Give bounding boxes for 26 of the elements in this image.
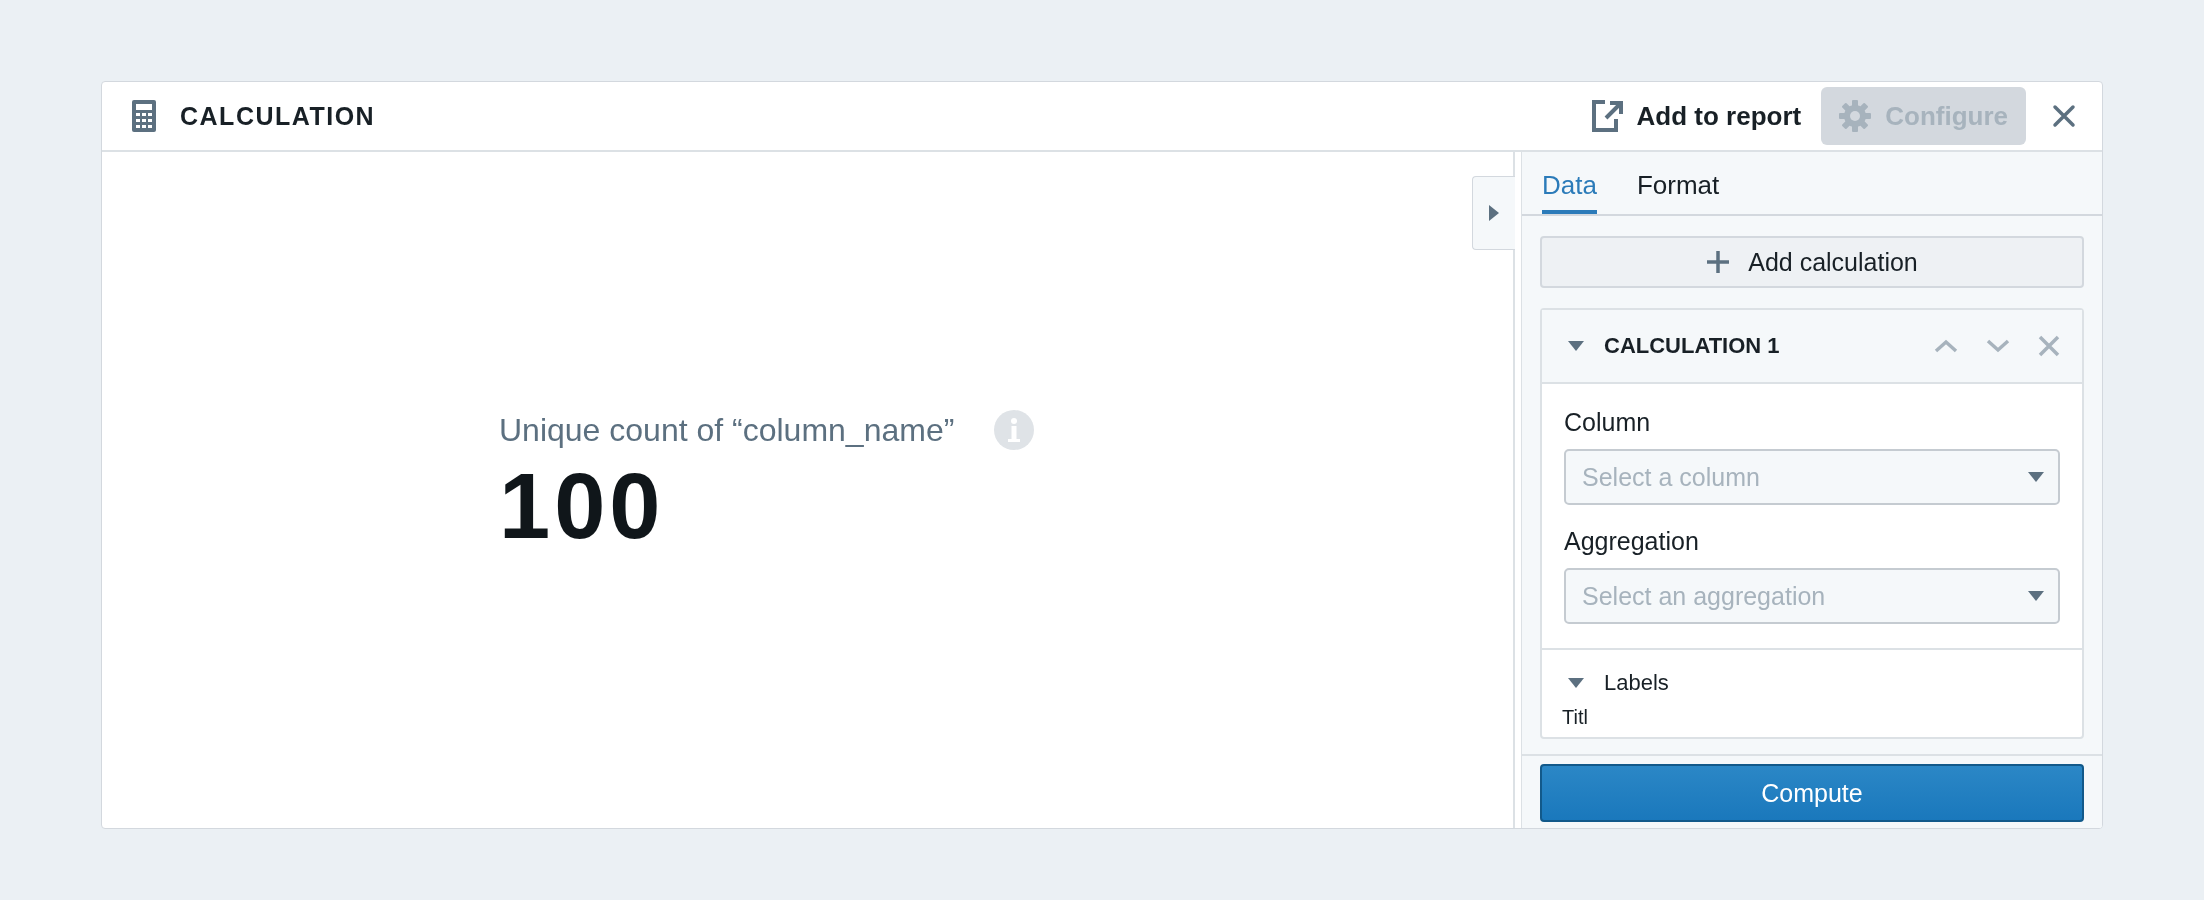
section-label: Labels <box>1604 670 1669 696</box>
caret-icon <box>2028 472 2044 482</box>
select-field[interactable]: Select a column <box>1564 449 2060 505</box>
caret-icon[interactable] <box>1568 341 1584 351</box>
gear-icon <box>1839 100 1872 132</box>
field-label: Aggregation <box>1564 527 1700 556</box>
window-title: CALCULATION <box>180 101 376 131</box>
calculation-title: CALCULATION 1 <box>1604 333 1780 359</box>
field-label: Titl <box>1562 706 1589 729</box>
panel-tab[interactable]: Format <box>1636 152 1720 214</box>
caret-icon <box>2028 591 2044 601</box>
caret-icon <box>1489 205 1499 221</box>
field-label: Column <box>1564 408 1652 437</box>
export-icon <box>1590 99 1623 133</box>
caret-icon[interactable] <box>1568 678 1584 688</box>
add-to-report-button[interactable]: Add to report <box>1572 87 1820 145</box>
plus-icon <box>1706 250 1731 274</box>
metric-label: Unique count of “column_name” <box>499 411 955 449</box>
panel-toggle[interactable] <box>1472 176 1515 250</box>
select-field[interactable]: Select an aggregation <box>1564 568 2060 624</box>
metric-value: 100 <box>499 454 666 559</box>
close-icon[interactable] <box>2052 104 2076 128</box>
panel-tab[interactable]: Data <box>1542 152 1597 214</box>
add-calculation-button[interactable]: Add calculation <box>1540 236 2084 288</box>
calculator-icon <box>132 100 156 132</box>
compute-button[interactable]: Compute <box>1540 764 2084 822</box>
